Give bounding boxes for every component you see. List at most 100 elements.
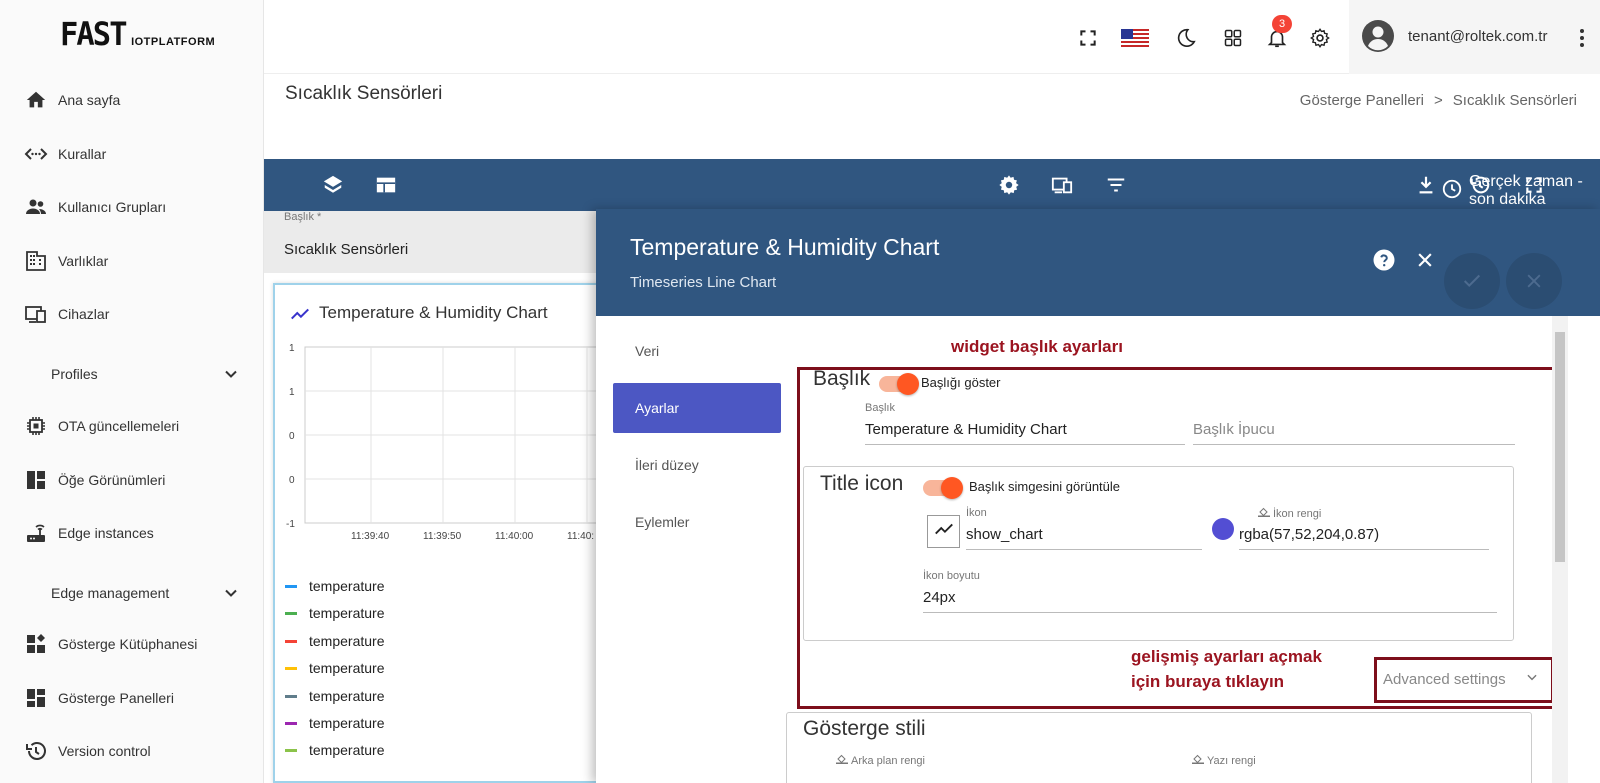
devices-icon [24,302,48,326]
x-tick: 11:39:50 [423,531,462,542]
sidebar-item-home[interactable]: Ana sayfa [0,78,264,122]
close-icon[interactable] [1413,248,1437,272]
account-avatar-icon [1361,19,1395,53]
legend-label: temperature [309,742,385,758]
widget-settings-panel: Temperature & Humidity Chart Timeseries … [596,209,1600,783]
logo-sub: IOTPLATFORM [131,36,216,48]
decline-button[interactable] [1506,253,1562,309]
fullscreen-icon[interactable] [1076,26,1100,50]
app-logo[interactable]: FAST IOTPLATFORM [60,18,215,50]
legend-label: temperature [309,633,385,649]
dashboard-layout-icon [24,468,48,492]
chevron-down-icon [221,583,241,603]
y-tick: -1 [286,519,295,530]
sidebar-item-label: Kullanıcı Grupları [58,199,167,215]
legend-swatch [285,694,297,698]
legend-swatch [285,584,297,588]
legend-item[interactable]: temperature [285,686,384,706]
sidebar-item-label: Öğe Görünümleri [58,472,166,488]
breadcrumb-link-dashboards[interactable]: Gösterge Panelleri [1300,92,1424,109]
history-icon[interactable] [1468,173,1492,197]
breadcrumb: Gösterge Panelleri > Sıcaklık Sensörleri [1300,92,1577,109]
download-icon[interactable] [1414,173,1438,197]
panel-header: Temperature & Humidity Chart Timeseries … [596,209,1600,316]
sidebar-item-rules[interactable]: Kurallar [0,132,264,176]
dashboard-settings-gear-icon[interactable] [997,173,1021,197]
tab-settings[interactable]: Ayarlar [613,383,781,433]
legend-item[interactable]: temperature [285,740,384,760]
text-color-label: Yazı rengi [1207,754,1256,767]
sidebar-item-assets[interactable]: Varlıklar [0,239,264,283]
format-color-fill-icon [836,754,848,767]
sidebar-item-devices[interactable]: Cihazlar [0,292,264,336]
legend-label: temperature [309,715,385,731]
highlight-box-advanced [1374,657,1554,703]
router-icon [24,521,48,545]
bg-color-label-wrap: Arka plan rengi [836,754,925,767]
legend-swatch [285,666,297,670]
sidebar-item-user-groups[interactable]: Kullanıcı Grupları [0,185,264,229]
people-icon [24,195,48,219]
panel-title: Temperature & Humidity Chart [630,234,940,260]
clock-icon [1441,178,1463,205]
devices-icon[interactable] [1050,173,1074,197]
tab-advanced[interactable]: İleri düzey [613,440,781,490]
sidebar-section-profiles[interactable]: Profiles [0,352,264,396]
format-color-text-icon [1192,754,1204,767]
legend-item[interactable]: temperature [285,713,384,733]
breadcrumb-separator: > [1434,92,1443,109]
layers-icon[interactable] [321,173,345,197]
us-flag-icon[interactable] [1121,26,1149,50]
legend-item[interactable]: temperature [285,603,384,623]
sidebar-item-version-control[interactable]: Version control [0,729,264,773]
legend-label: temperature [309,688,385,704]
tab-data[interactable]: Veri [613,326,781,376]
sidebar-item-edge-instances[interactable]: Edge instances [0,511,264,555]
settings-gear-icon[interactable] [1308,26,1332,50]
dashboard-title-field[interactable]: Başlık * Sıcaklık Sensörleri [264,211,596,273]
legend-item[interactable]: temperature [285,576,384,596]
sidebar-item-dashboards[interactable]: Gösterge Panelleri [0,676,264,720]
layout-table-icon[interactable] [374,173,398,197]
sidebar-item-widget-views[interactable]: Öğe Görünümleri [0,458,264,502]
notification-count-badge: 3 [1272,15,1292,33]
home-icon [24,88,48,112]
fullscreen-icon[interactable] [1522,173,1546,197]
annotation-title-settings: widget başlık ayarları [951,337,1123,356]
filter-list-icon[interactable] [1104,173,1128,197]
sidebar-item-label: OTA güncellemeleri [58,418,180,434]
tab-actions[interactable]: Eylemler [613,497,781,547]
apply-button[interactable] [1444,253,1500,309]
y-tick: 0 [289,431,295,442]
legend-swatch [285,721,297,725]
widget-style-legend: Gösterge stili [803,717,928,741]
more-vert-icon[interactable] [1574,26,1590,50]
apps-grid-icon[interactable] [1221,26,1245,50]
widgets-icon [24,632,48,656]
sidebar-item-label: Gösterge Panelleri [58,690,174,706]
bg-color-label: Arka plan rengi [851,754,925,767]
sidebar: FAST IOTPLATFORM Ana sayfa Kurallar Kull… [0,0,264,783]
sidebar-item-label: Version control [58,743,151,759]
scrollbar-thumb[interactable] [1555,332,1565,562]
panel-scrollbar[interactable] [1552,316,1568,783]
page-title: Sıcaklık Sensörleri [285,83,443,104]
memory-chip-icon [24,414,48,438]
sidebar-item-label: Ana sayfa [58,92,121,108]
legend-item[interactable]: temperature [285,631,384,651]
help-icon[interactable] [1372,248,1396,272]
sidebar-item-ota[interactable]: OTA güncellemeleri [0,404,264,448]
field-label: Başlık * [284,211,322,223]
sidebar-item-label: Edge management [51,585,170,601]
user-menu[interactable]: tenant@roltek.com.tr [1349,0,1600,74]
sidebar-item-label: Gösterge Kütüphanesi [58,636,198,652]
widget-card[interactable]: Temperature & Humidity Chart 1 1 0 0 -1 … [273,283,613,783]
dashboards-icon [24,686,48,710]
sidebar-item-widget-library[interactable]: Gösterge Kütüphanesi [0,622,264,666]
sidebar-section-edge-management[interactable]: Edge management [0,571,264,615]
dashboard-toolbar: Gerçek zaman - son dakika [264,159,1600,211]
sidebar-item-label: Cihazlar [58,306,110,322]
legend-item[interactable]: temperature [285,658,384,678]
dark-mode-moon-icon[interactable] [1174,26,1198,50]
timewindow-selector[interactable]: Gerçek zaman - son dakika [1441,173,1600,209]
